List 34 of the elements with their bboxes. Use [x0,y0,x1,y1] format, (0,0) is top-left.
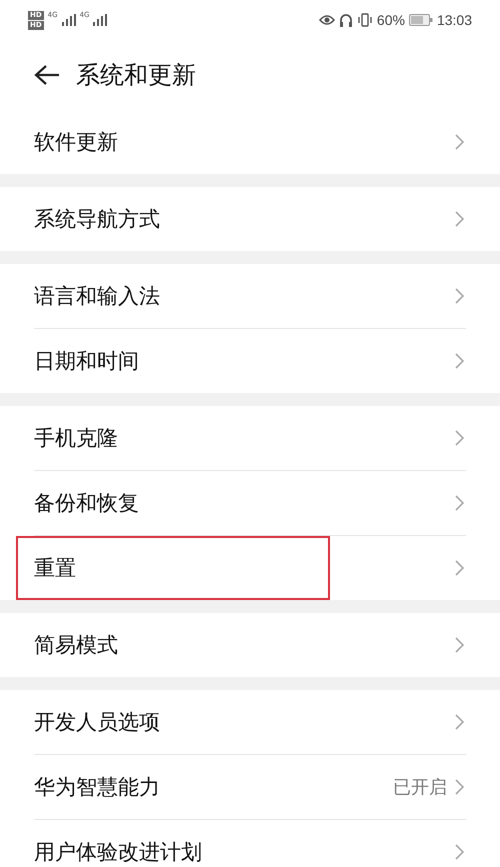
status-value: 已开启 [393,776,447,799]
settings-item[interactable]: 系统导航方式 [34,187,466,251]
settings-item[interactable]: 用户体验改进计划 [34,820,466,867]
chevron-right-icon [455,430,464,446]
battery-icon [408,14,433,26]
settings-item[interactable]: 备份和恢复 [34,471,466,535]
chevron-right-icon [455,134,464,150]
eye-icon [318,14,335,26]
settings-item[interactable]: 华为智慧能力 已开启 [34,755,466,819]
signal-icon [62,14,76,26]
chevron-right-icon [455,288,464,304]
chevron-right-icon [455,211,464,227]
back-arrow-icon [34,64,60,86]
chevron-right-icon [455,637,464,653]
chevron-right-icon [455,560,464,576]
settings-item[interactable]: 简易模式 [34,613,466,677]
clock-time: 13:03 [436,12,472,28]
headphones-icon [338,13,353,27]
chevron-right-icon [455,779,464,795]
chevron-right-icon [455,495,464,511]
settings-item[interactable]: 手机克隆 [34,406,466,470]
settings-item[interactable]: 重置 [34,536,466,600]
settings-item[interactable]: 日期和时间 [34,329,466,393]
settings-item[interactable]: 语言和输入法 [34,264,466,328]
vibrate-icon [356,13,373,27]
signal-icon [93,14,108,26]
page-title: 系统和更新 [76,60,196,91]
chevron-right-icon [455,844,464,860]
chevron-right-icon [455,353,464,369]
settings-item[interactable]: 开发人员选项 [34,690,466,754]
chevron-right-icon [455,714,464,730]
battery-percent: 60% [376,12,405,28]
back-button[interactable] [34,64,60,86]
settings-item[interactable]: 软件更新 [34,110,466,174]
